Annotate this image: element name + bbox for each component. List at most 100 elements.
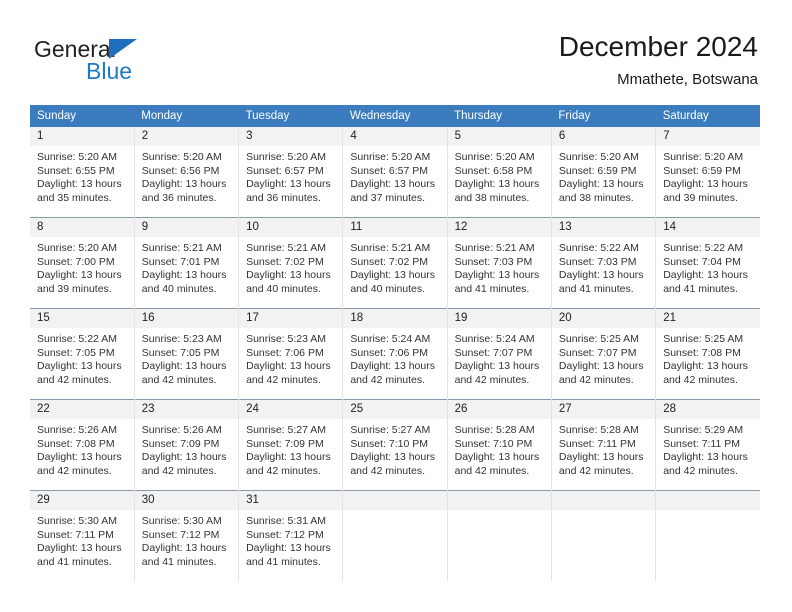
calendar-day-cell[interactable]: 22 Sunrise: 5:26 AM Sunset: 7:08 PM Dayligh… [30,399,135,491]
calendar-day-cell[interactable]: 15 Sunrise: 5:22 AM Sunset: 7:05 PM Dayligh… [30,308,135,400]
sunrise-text: Sunrise: 5:23 AM [246,333,327,345]
sunset-text: Sunset: 6:56 PM [141,164,220,177]
daylight-text: Daylight: 13 hours and 42 minutes. [246,360,331,386]
day-number: 29 [30,491,134,510]
calendar-day-cell[interactable]: 12 Sunrise: 5:21 AM Sunset: 7:03 PM Dayligh… [446,217,552,309]
calendar-week-row: 8 Sunrise: 5:20 AM Sunset: 7:00 PM Daylight… [30,217,760,309]
calendar-week-row: 15 Sunrise: 5:22 AM Sunset: 7:05 PM Dayligh… [30,308,760,400]
calendar-week-row: 1 Sunrise: 5:20 AM Sunset: 6:55 PM Daylight… [30,127,760,218]
calendar-day-cell[interactable]: 1 Sunrise: 5:20 AM Sunset: 6:55 PM Daylight… [30,127,135,218]
sunset-text: Sunset: 7:10 PM [454,437,533,450]
daylight-text: Daylight: 13 hours and 36 minutes. [141,178,227,204]
daylight-text: Daylight: 13 hours and 42 minutes. [350,451,435,477]
daylight-text: Daylight: 13 hours and 42 minutes. [350,360,435,386]
day-number: 28 [656,400,760,419]
calendar-day-cell[interactable]: 24 Sunrise: 5:27 AM Sunset: 7:09 PM Dayligh… [238,399,343,491]
calendar-day-cell[interactable]: 11 Sunrise: 5:21 AM Sunset: 7:02 PM Dayligh… [342,217,448,309]
calendar-week-row: 29 Sunrise: 5:30 AM Sunset: 7:11 PM Dayligh… [30,490,760,581]
calendar-week-row: 22 Sunrise: 5:26 AM Sunset: 7:08 PM Dayligh… [30,399,760,491]
calendar-day-cell[interactable]: 9 Sunrise: 5:21 AM Sunset: 7:01 PM Daylight… [133,217,239,309]
day-number: 11 [343,218,447,237]
calendar-day-cell[interactable]: 19 Sunrise: 5:24 AM Sunset: 7:07 PM Dayligh… [446,308,552,400]
calendar-day-cell[interactable]: 23 Sunrise: 5:26 AM Sunset: 7:09 PM Dayligh… [133,399,239,491]
daylight-text: Daylight: 13 hours and 38 minutes. [454,178,540,204]
calendar-day-cell[interactable]: 2 Sunrise: 5:20 AM Sunset: 6:56 PM Daylight… [133,127,239,218]
calendar-day-cell[interactable]: 28 Sunrise: 5:29 AM Sunset: 7:11 PM Dayligh… [655,399,760,491]
day-number: 6 [551,127,656,146]
sunset-text: Sunset: 7:08 PM [37,437,115,450]
day-number: 21 [656,309,760,328]
sunrise-text: Sunrise: 5:30 AM [141,515,222,527]
day-number: 5 [447,127,551,146]
sunset-text: Sunset: 7:02 PM [246,255,324,268]
calendar-day-cell[interactable]: 30 Sunrise: 5:30 AM Sunset: 7:12 PM Dayligh… [133,490,239,581]
day-number: 16 [134,309,239,328]
sunrise-text: Sunrise: 5:27 AM [350,424,431,436]
sunrise-text: Sunrise: 5:26 AM [141,424,222,436]
sunset-text: Sunset: 7:05 PM [141,346,220,359]
daylight-text: Daylight: 13 hours and 35 minutes. [37,178,122,204]
daylight-text: Daylight: 13 hours and 42 minutes. [37,451,122,477]
sunset-text: Sunset: 7:08 PM [663,346,741,359]
calendar-day-cell[interactable]: 20 Sunrise: 5:25 AM Sunset: 7:07 PM Dayligh… [550,308,656,400]
weekday-header-thursday: Thursday [447,105,552,127]
daylight-text: Daylight: 13 hours and 39 minutes. [37,269,122,295]
calendar-day-cell[interactable]: 31 Sunrise: 5:31 AM Sunset: 7:12 PM Dayligh… [238,490,343,581]
day-number [447,491,551,510]
sunrise-text: Sunrise: 5:20 AM [454,151,535,163]
sunrise-text: Sunrise: 5:20 AM [350,151,431,163]
calendar-day-cell[interactable]: 29 Sunrise: 5:30 AM Sunset: 7:11 PM Dayligh… [30,490,135,581]
sunset-text: Sunset: 7:12 PM [246,528,324,541]
calendar-day-cell[interactable]: 8 Sunrise: 5:20 AM Sunset: 7:00 PM Daylight… [30,217,135,309]
generalblue-logo[interactable]: General Blue [34,36,254,90]
day-number: 12 [447,218,551,237]
day-number: 3 [239,127,343,146]
calendar-day-cell[interactable]: 3 Sunrise: 5:20 AM Sunset: 6:57 PM Daylight… [238,127,343,218]
day-number: 13 [551,218,656,237]
sunset-text: Sunset: 7:10 PM [350,437,428,450]
calendar-day-cell[interactable]: 25 Sunrise: 5:27 AM Sunset: 7:10 PM Dayligh… [342,399,448,491]
title-block: December 2024 Mmathete, Botswana [559,30,758,89]
calendar-day-cell[interactable]: 14 Sunrise: 5:22 AM Sunset: 7:04 PM Dayligh… [655,217,760,309]
sunrise-text: Sunrise: 5:20 AM [663,151,744,163]
calendar-day-cell[interactable]: 26 Sunrise: 5:28 AM Sunset: 7:10 PM Dayligh… [446,399,552,491]
calendar-day-cell[interactable]: 5 Sunrise: 5:20 AM Sunset: 6:58 PM Daylight… [446,127,552,218]
sunset-text: Sunset: 6:59 PM [663,164,741,177]
day-number: 7 [656,127,760,146]
calendar-day-cell[interactable]: 10 Sunrise: 5:21 AM Sunset: 7:02 PM Dayligh… [238,217,343,309]
daylight-text: Daylight: 13 hours and 42 minutes. [454,360,540,386]
daylight-text: Daylight: 13 hours and 40 minutes. [141,269,227,295]
day-number: 25 [343,400,447,419]
daylight-text: Daylight: 13 hours and 42 minutes. [558,451,644,477]
calendar-day-cell[interactable]: 27 Sunrise: 5:28 AM Sunset: 7:11 PM Dayligh… [550,399,656,491]
calendar-day-cell[interactable]: 17 Sunrise: 5:23 AM Sunset: 7:06 PM Dayligh… [238,308,343,400]
sunset-text: Sunset: 7:02 PM [350,255,428,268]
calendar-day-cell[interactable]: 13 Sunrise: 5:22 AM Sunset: 7:03 PM Dayligh… [550,217,656,309]
calendar-day-cell[interactable]: 6 Sunrise: 5:20 AM Sunset: 6:59 PM Daylight… [550,127,656,218]
sunrise-text: Sunrise: 5:21 AM [246,242,327,254]
daylight-text: Daylight: 13 hours and 39 minutes. [663,178,748,204]
calendar-day-cell[interactable]: 18 Sunrise: 5:24 AM Sunset: 7:06 PM Dayligh… [342,308,448,400]
weekday-header-sunday: Sunday [30,105,135,127]
calendar-day-cell[interactable]: 4 Sunrise: 5:20 AM Sunset: 6:57 PM Daylight… [342,127,448,218]
sunset-text: Sunset: 7:07 PM [454,346,533,359]
daylight-text: Daylight: 13 hours and 42 minutes. [454,451,540,477]
calendar-day-cell[interactable]: 7 Sunrise: 5:20 AM Sunset: 6:59 PM Daylight… [655,127,760,218]
day-number: 17 [239,309,343,328]
daylight-text: Daylight: 13 hours and 41 minutes. [663,269,748,295]
sunrise-text: Sunrise: 5:25 AM [558,333,639,345]
calendar-day-cell-empty [342,490,448,581]
calendar-header-row: Sunday Monday Tuesday Wednesday Thursday… [30,105,760,127]
day-number: 19 [447,309,551,328]
sunrise-text: Sunrise: 5:24 AM [350,333,431,345]
sunrise-text: Sunrise: 5:21 AM [350,242,431,254]
sunrise-sunset-calendar: Sunday Monday Tuesday Wednesday Thursday… [30,105,760,581]
daylight-text: Daylight: 13 hours and 42 minutes. [663,451,748,477]
daylight-text: Daylight: 13 hours and 41 minutes. [37,542,122,568]
weekday-header-monday: Monday [134,105,239,127]
sunrise-text: Sunrise: 5:31 AM [246,515,327,527]
sunset-text: Sunset: 6:57 PM [350,164,428,177]
calendar-day-cell[interactable]: 16 Sunrise: 5:23 AM Sunset: 7:05 PM Dayligh… [133,308,239,400]
calendar-day-cell[interactable]: 21 Sunrise: 5:25 AM Sunset: 7:08 PM Dayligh… [655,308,760,400]
sunrise-text: Sunrise: 5:22 AM [37,333,117,345]
